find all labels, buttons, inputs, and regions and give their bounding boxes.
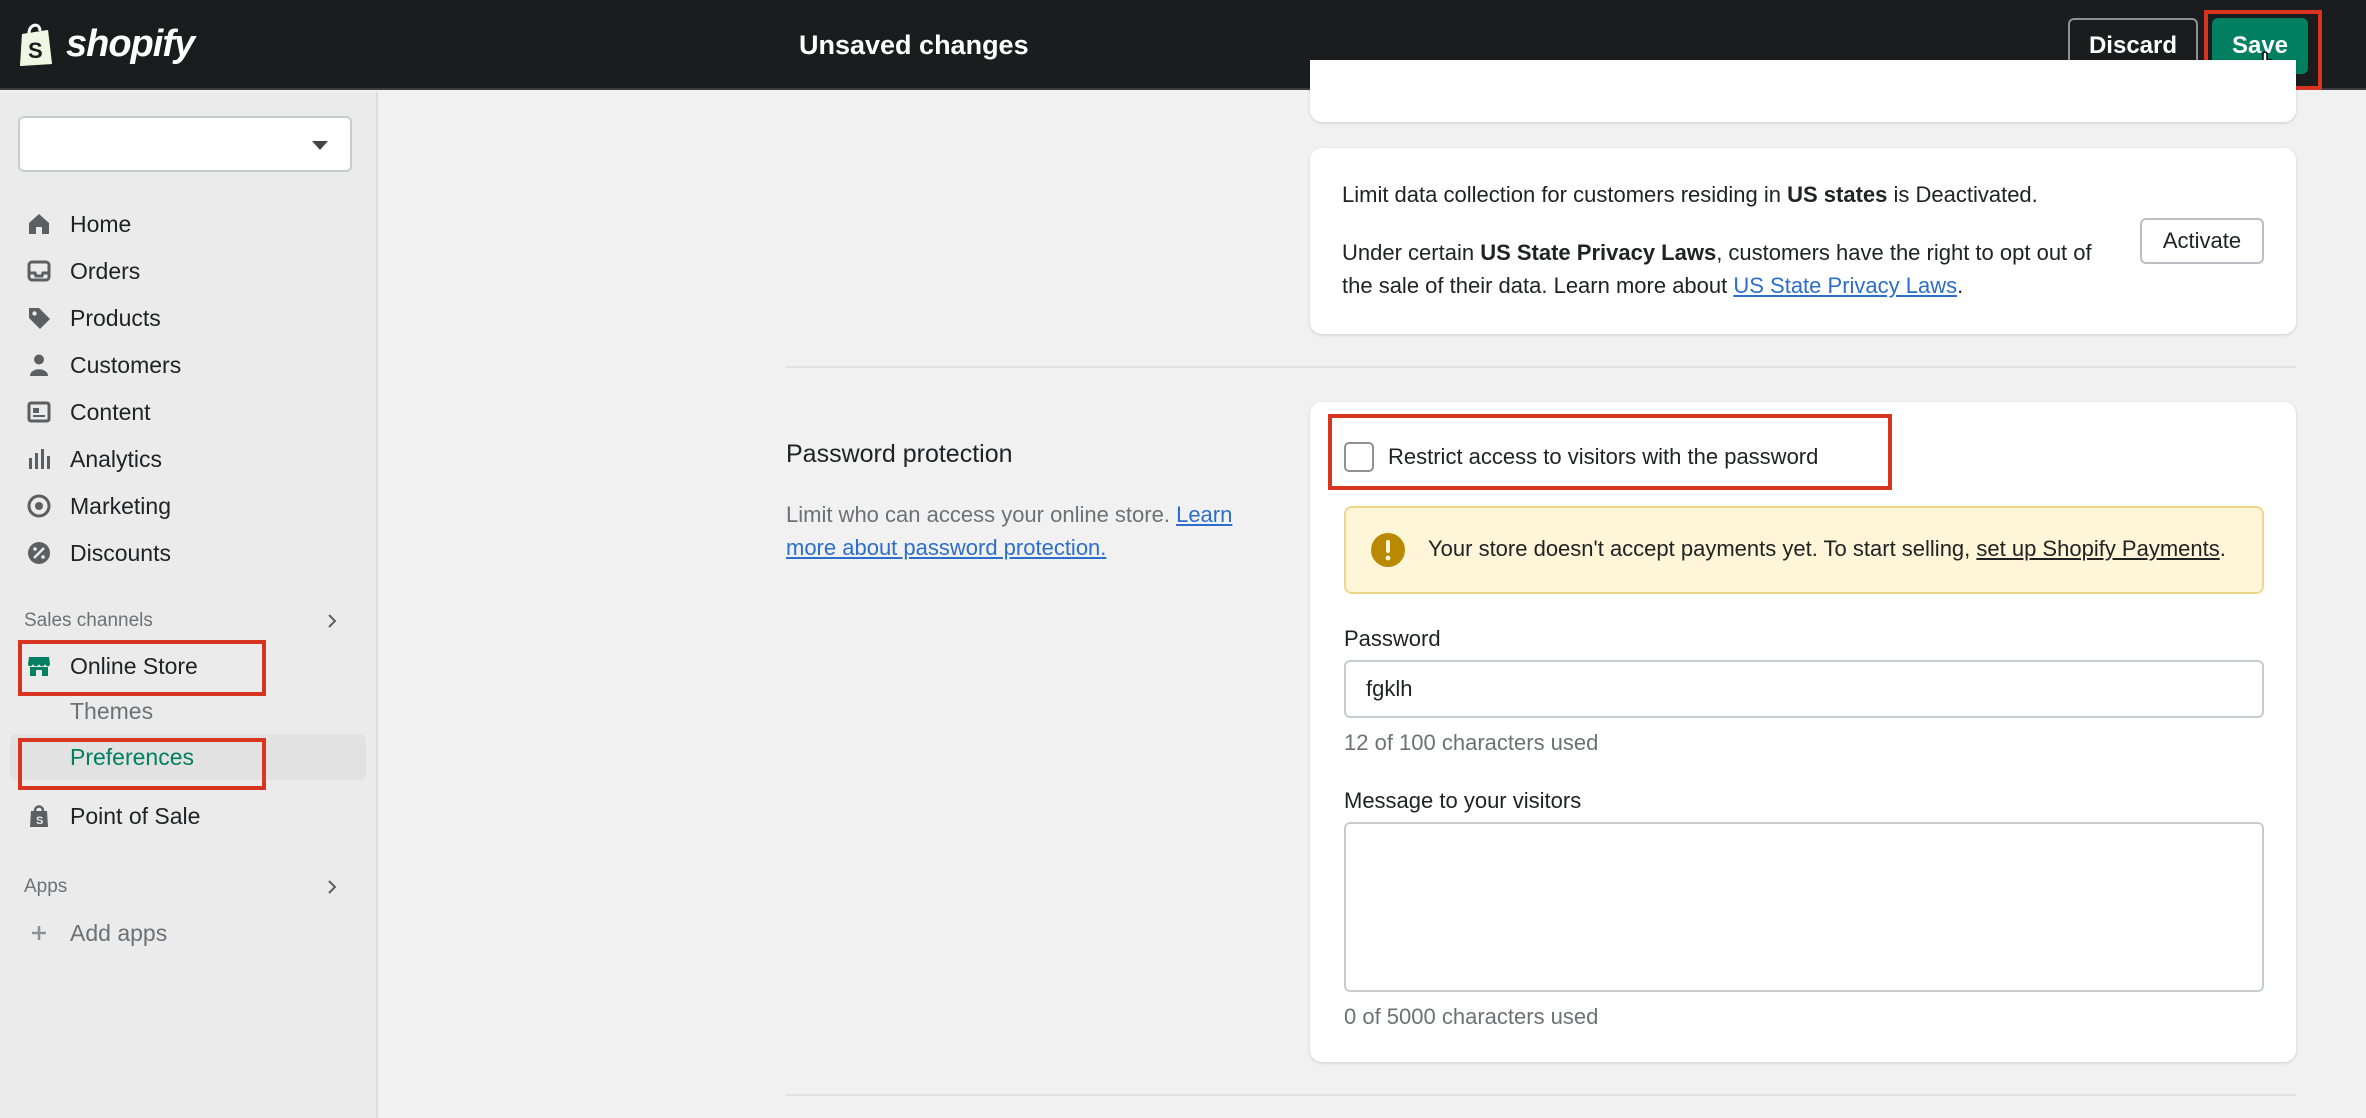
section-divider (786, 366, 2296, 368)
sidebar-item-label: Point of Sale (70, 802, 201, 829)
sidebar-item-discounts[interactable]: Discounts (0, 531, 370, 575)
sidebar-item-add-apps[interactable]: Add apps (0, 911, 370, 955)
shopify-bag-icon: S (20, 23, 52, 66)
sidebar-item-label: Analytics (70, 445, 163, 472)
logo-text: shopify (66, 22, 195, 65)
restrict-access-checkbox[interactable] (1344, 442, 1374, 472)
activate-button[interactable]: Activate (2140, 218, 2264, 264)
sidebar-item-label: Orders (70, 257, 141, 284)
password-char-count: 12 of 100 characters used (1344, 730, 1599, 755)
privacy-status-text: Limit data collection for customers resi… (1342, 182, 2038, 207)
page-title: Unsaved changes (799, 30, 1029, 60)
previous-card-bottom (1310, 60, 2296, 122)
content-icon (27, 401, 51, 423)
sidebar-item-label: Marketing (70, 492, 171, 519)
sidebar-item-label: Content (70, 398, 151, 425)
warning-icon (1371, 533, 1405, 567)
svg-text:S: S (28, 38, 43, 63)
sidebar-item-home[interactable]: Home (0, 202, 370, 246)
chevron-right-icon[interactable] (324, 613, 340, 629)
sidebar-item-marketing[interactable]: Marketing (0, 484, 370, 528)
bar-chart-icon (29, 449, 50, 469)
privacy-info-text-line2: the sale of their data. Learn more about… (1342, 273, 1964, 298)
discount-icon (28, 542, 50, 564)
inbox-icon (27, 260, 51, 282)
sidebar-item-content[interactable]: Content (0, 390, 370, 434)
shopify-logo[interactable]: S shopify (16, 20, 195, 68)
sales-channels-heading: Sales channels (24, 610, 153, 631)
privacy-info-text-line1: Under certain US State Privacy Laws, cus… (1342, 240, 2092, 265)
sidebar-subitem-preferences[interactable]: Preferences (70, 744, 194, 771)
sidebar-item-label: Products (70, 304, 161, 331)
sidebar-item-orders[interactable]: Orders (0, 249, 370, 293)
payments-warning-text: Your store doesn't accept payments yet. … (1428, 536, 2226, 561)
visitor-message-textarea[interactable] (1344, 822, 2264, 992)
sidebar-item-products[interactable]: Products (0, 296, 370, 340)
chevron-right-icon[interactable] (324, 879, 340, 895)
message-char-count: 0 of 5000 characters used (1344, 1004, 1599, 1029)
sidebar-item-point-of-sale[interactable]: S Point of Sale (0, 794, 370, 838)
sidebar-item-label: Add apps (70, 919, 168, 946)
target-icon (27, 494, 51, 518)
password-label: Password (1344, 626, 1441, 651)
sidebar-item-label: Online Store (70, 652, 198, 679)
sidebar-item-label: Home (70, 210, 132, 237)
section-divider (786, 1094, 2296, 1096)
password-input[interactable] (1344, 660, 2264, 718)
password-protection-description: Limit who can access your online store. … (786, 502, 1233, 560)
password-protection-title: Password protection (786, 440, 1013, 468)
store-selector[interactable] (18, 116, 352, 172)
sidebar-item-customers[interactable]: Customers (0, 343, 370, 387)
sidebar-item-online-store[interactable]: Online Store (0, 644, 370, 688)
setup-shopify-payments-link[interactable]: set up Shopify Payments (1976, 536, 2219, 561)
plus-icon (32, 926, 46, 940)
sidebar-item-analytics[interactable]: Analytics (0, 437, 370, 481)
us-privacy-laws-link[interactable]: US State Privacy Laws (1733, 273, 1957, 298)
storefront-icon (28, 657, 50, 676)
tag-icon (29, 308, 50, 329)
svg-text:S: S (36, 815, 43, 827)
restrict-access-label[interactable]: Restrict access to visitors with the pas… (1388, 444, 1818, 470)
sidebar-item-label: Customers (70, 351, 182, 378)
sidebar-item-label: Discounts (70, 539, 171, 566)
payments-warning-banner: Your store doesn't accept payments yet. … (1344, 506, 2264, 594)
apps-heading: Apps (24, 876, 68, 897)
sidebar: Home Orders Products Customers Content A… (0, 92, 378, 1118)
caret-down-icon (312, 141, 328, 150)
sidebar-subitem-themes[interactable]: Themes (70, 698, 153, 725)
home-icon (29, 214, 49, 234)
pos-bag-icon: S (30, 805, 48, 827)
message-label: Message to your visitors (1344, 788, 1582, 813)
person-icon (30, 354, 48, 376)
